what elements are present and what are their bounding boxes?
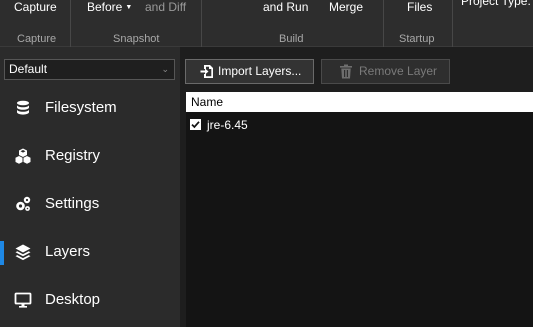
before-button-label: Before: [87, 0, 123, 14]
sidebar-item-label: Filesystem: [45, 99, 117, 116]
import-layers-button[interactable]: Import Layers...: [185, 59, 314, 84]
sidebar-item-desktop[interactable]: Desktop: [0, 281, 180, 321]
remove-layer-label: Remove Layer: [359, 64, 438, 78]
import-file-icon: [200, 65, 213, 78]
layers-icon: [15, 244, 31, 261]
sidebar-item-registry[interactable]: Registry: [0, 137, 180, 177]
ribbon-separator: [70, 0, 71, 47]
layer-name: jre-6.45: [207, 118, 248, 132]
files-button[interactable]: Files: [407, 0, 432, 14]
merge-button[interactable]: Merge: [329, 0, 363, 14]
build-group-label: Build: [279, 33, 304, 45]
and-diff-button[interactable]: and Diff: [145, 0, 186, 14]
cubes-icon: [15, 148, 31, 164]
remove-layer-button[interactable]: Remove Layer: [321, 59, 450, 84]
capture-button[interactable]: Capture: [14, 0, 57, 14]
gears-icon: [16, 196, 31, 211]
profile-dropdown[interactable]: Default ⌄: [4, 59, 175, 80]
startup-group-label: Startup: [399, 33, 435, 45]
column-header-name[interactable]: Name: [186, 92, 533, 112]
ribbon-separator: [452, 0, 453, 47]
active-indicator: [0, 241, 4, 265]
capture-group-label: Capture: [17, 33, 57, 45]
project-type-label: Project Type:: [461, 0, 531, 8]
trash-icon: [340, 64, 352, 79]
snapshot-group-label: Snapshot: [113, 33, 160, 45]
monitor-icon: [14, 292, 32, 308]
sidebar-item-layers[interactable]: Layers: [0, 233, 180, 273]
ribbon-separator: [383, 0, 384, 47]
sidebar-item-label: Settings: [45, 195, 100, 212]
sidebar-item-label: Desktop: [45, 291, 101, 308]
chevron-down-icon: ⌄: [161, 64, 169, 74]
ribbon-toolbar: Capture Before ▼ and Diff and Run Merge F…: [0, 0, 533, 47]
checkbox[interactable]: [190, 119, 201, 130]
ribbon-separator: [201, 0, 202, 47]
sidebar-item-label: Registry: [45, 147, 101, 164]
sidebar: Default ⌄ Filesystem Registry Settings L…: [0, 47, 180, 327]
import-layers-label: Import Layers...: [218, 64, 302, 78]
chevron-down-icon: ▼: [125, 4, 133, 11]
and-run-button[interactable]: and Run: [263, 0, 308, 14]
database-icon: [17, 100, 29, 115]
layers-list: [186, 112, 533, 327]
profile-dropdown-value: Default: [9, 62, 48, 76]
sidebar-item-settings[interactable]: Settings: [0, 185, 180, 225]
before-button[interactable]: Before ▼: [87, 0, 132, 14]
sidebar-item-label: Layers: [45, 243, 91, 260]
sidebar-item-filesystem[interactable]: Filesystem: [0, 89, 180, 129]
